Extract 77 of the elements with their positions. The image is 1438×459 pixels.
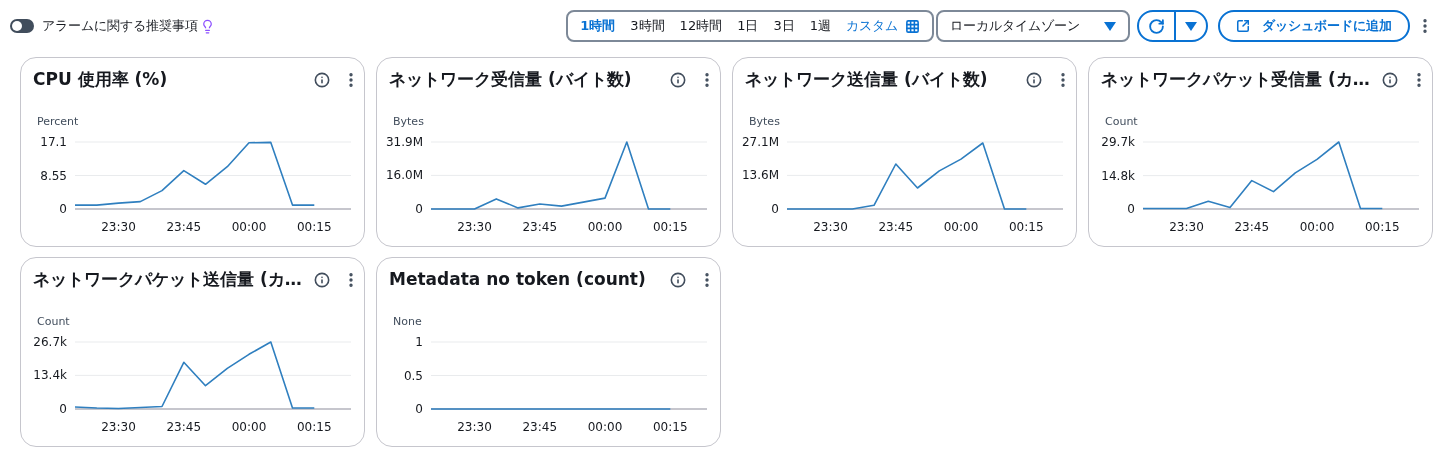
time-range-option[interactable]: 3時間 [630,16,665,36]
y-tick-label: 8.55 [40,168,67,183]
y-tick-label: 26.7k [33,335,67,349]
x-tick-label: 23:45 [166,220,202,234]
add-to-dashboard-button[interactable]: ダッシュボードに追加 [1218,10,1410,42]
unit-label: None [393,313,422,330]
x-tick-label: 00:15 [1364,220,1400,234]
caret-icon [1185,21,1197,31]
y-tick-label: 1 [415,335,423,349]
unit-label: Bytes [749,113,780,130]
x-tick-label: 00:00 [587,220,623,234]
y-tick-label: 27.1M [741,135,779,149]
external-link-icon [1236,19,1250,33]
y-tick-label: 0 [59,202,67,216]
refresh-icon [1148,17,1165,35]
x-tick-label: 00:15 [296,220,332,234]
widget-title: ネットワークパケット受信量 (カ… [1101,68,1371,92]
y-tick-label: 31.9M [385,135,423,149]
widget-title: CPU 使用率 (%) [33,68,169,92]
y-tick-label: 17.1 [40,135,67,149]
time-range-option[interactable]: 12時間 [679,16,723,36]
x-tick-label: 00:00 [943,220,979,234]
x-tick-label: 23:45 [878,220,914,234]
unit-label: Count [1105,113,1138,130]
x-tick-label: 23:45 [166,420,202,434]
x-tick-label: 00:00 [231,420,267,434]
info-icon[interactable] [314,72,330,88]
y-tick-label: 29.7k [1101,135,1135,149]
y-tick-label: 0 [415,402,423,416]
unit-label: Percent [37,113,79,130]
y-tick-label: 13.6M [741,168,779,183]
y-tick-label: 0 [415,202,423,216]
y-tick-label: 13.4k [33,368,67,383]
y-tick-label: 0.5 [403,368,423,383]
x-tick-label: 23:30 [1169,220,1204,234]
timezone-select[interactable]: ローカルタイムゾーン [936,10,1130,42]
x-tick-label: 23:45 [522,220,558,234]
x-tick-label: 00:15 [652,420,688,434]
x-tick-label: 23:45 [1234,220,1270,234]
x-tick-label: 00:00 [587,420,623,434]
x-tick-label: 23:30 [101,220,136,234]
time-range-option[interactable]: 1日 [737,16,759,36]
info-icon[interactable] [1026,72,1042,88]
x-tick-label: 23:30 [813,220,848,234]
x-tick-label: 00:00 [1299,220,1335,234]
time-range-option[interactable]: 1時間 [580,16,616,36]
x-tick-label: 23:30 [457,420,492,434]
widget-title: ネットワークパケット送信量 (カ… [33,268,303,292]
unit-label: Bytes [393,113,424,130]
y-tick-label: 16.0M [385,168,423,183]
time-range-option[interactable]: 3日 [773,16,795,36]
x-tick-label: 23:30 [457,220,492,234]
y-tick-label: 0 [59,402,67,416]
unit-label: Count [37,313,70,330]
x-tick-label: 00:00 [231,220,267,234]
x-tick-label: 23:30 [101,420,136,434]
alarm-toggle[interactable] [10,19,34,33]
info-icon[interactable] [314,272,330,288]
widget-title: ネットワーク受信量 (バイト数) [389,68,633,92]
x-tick-label: 00:15 [1008,220,1044,234]
caret-icon [1104,21,1116,31]
x-tick-label: 00:15 [296,420,332,434]
info-icon[interactable] [670,72,686,88]
time-range-option[interactable]: 1週 [809,16,831,36]
y-tick-label: 0 [771,202,779,216]
widget-title: Metadata no token (count) [389,268,647,292]
widget-title: ネットワーク送信量 (バイト数) [745,68,989,92]
custom-range-link[interactable]: カスタム [846,16,898,36]
x-tick-label: 23:45 [522,420,558,434]
info-icon[interactable] [1382,72,1398,88]
y-tick-label: 14.8k [1101,168,1135,183]
alarm-toggle-label: アラームに関する推奨事項 [42,17,198,36]
y-tick-label: 0 [1127,202,1135,216]
info-icon[interactable] [670,272,686,288]
lightbulb-icon [200,18,215,34]
x-tick-label: 00:15 [652,220,688,234]
grid-icon[interactable] [905,18,920,34]
